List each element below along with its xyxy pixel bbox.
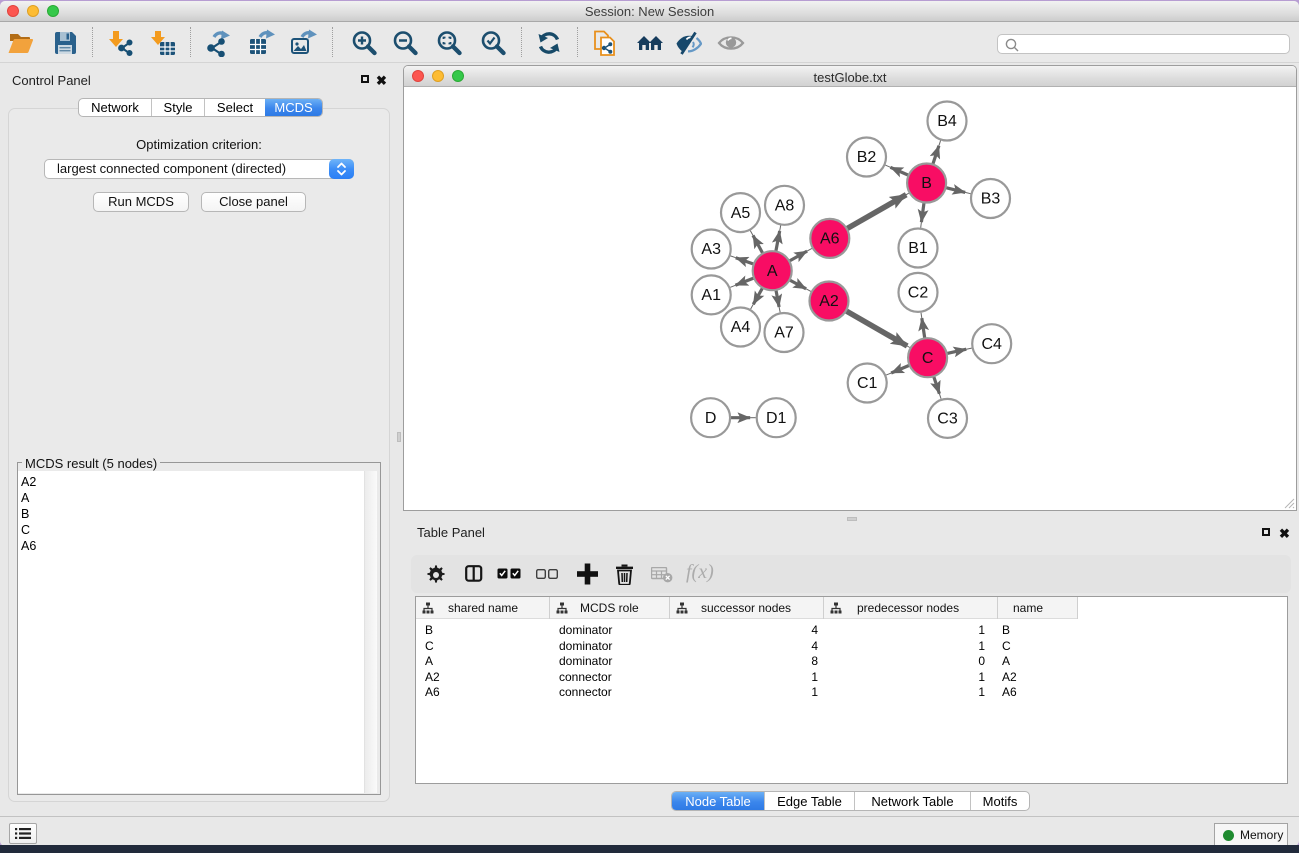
svg-text:A2: A2 [819,293,839,310]
svg-text:C4: C4 [981,335,1002,352]
svg-text:A7: A7 [774,324,794,341]
svg-text:C3: C3 [937,410,958,427]
svg-text:D1: D1 [766,409,787,426]
svg-text:C2: C2 [908,284,929,301]
svg-text:A1: A1 [701,287,721,304]
svg-text:A4: A4 [731,319,751,336]
svg-text:A3: A3 [701,241,721,258]
svg-text:D: D [705,409,717,426]
svg-text:B3: B3 [981,190,1001,207]
svg-text:A: A [767,262,778,279]
svg-text:C: C [922,349,934,366]
svg-text:A6: A6 [820,230,840,247]
svg-text:B2: B2 [857,149,877,166]
svg-text:B1: B1 [908,240,928,257]
svg-text:A8: A8 [775,197,795,214]
svg-text:B4: B4 [937,113,957,130]
svg-text:C1: C1 [857,375,878,392]
svg-text:A5: A5 [731,204,751,221]
svg-text:B: B [921,175,932,192]
